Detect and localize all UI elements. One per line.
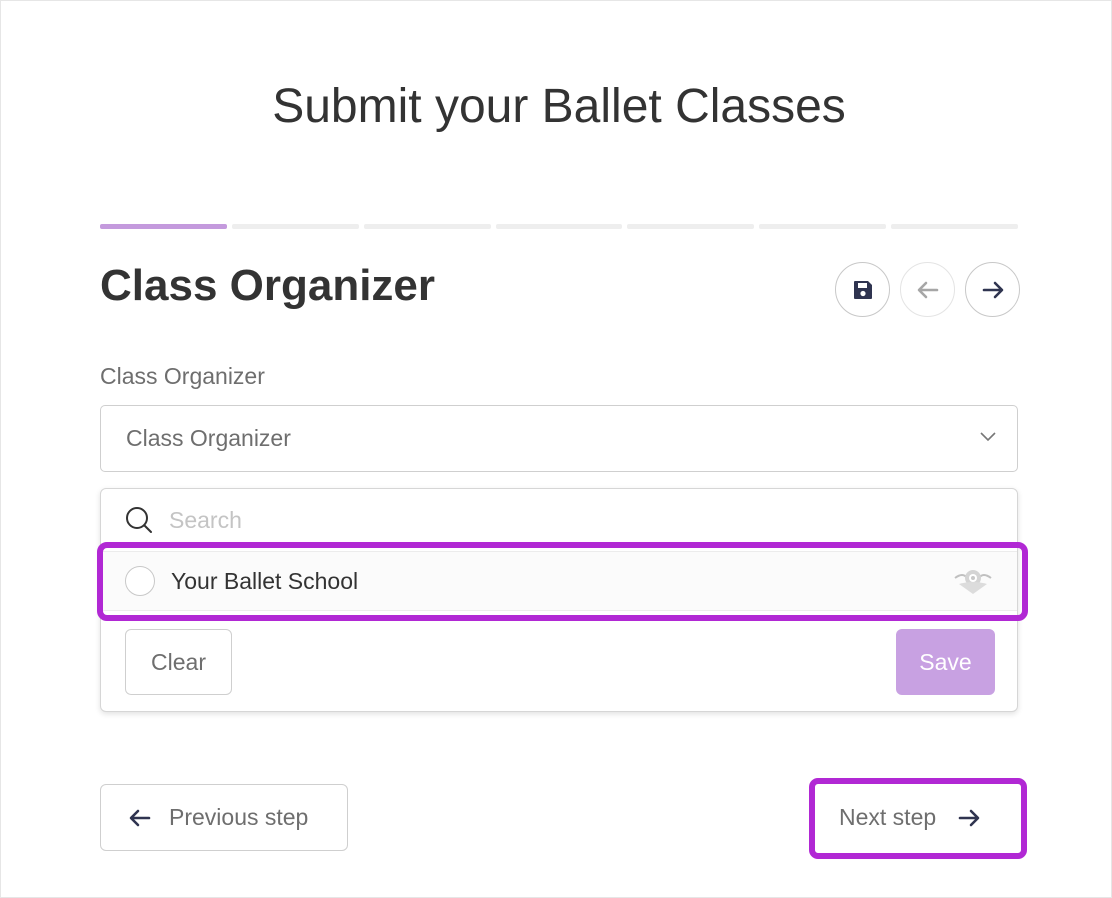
previous-step-button[interactable]: Previous step xyxy=(100,784,348,851)
option-label: Your Ballet School xyxy=(171,567,359,594)
progress-segment-1 xyxy=(100,224,227,229)
save-button[interactable]: Save xyxy=(896,629,995,695)
arrow-left-icon xyxy=(917,281,938,298)
previous-step-label: Previous step xyxy=(169,804,309,830)
progress-segment-7 xyxy=(891,224,1019,229)
chevron-down-icon xyxy=(980,432,996,442)
next-step-icon-button[interactable] xyxy=(965,262,1020,317)
progress-segment-4 xyxy=(495,224,623,229)
search-icon xyxy=(126,507,152,533)
progress-bar xyxy=(100,224,1019,230)
previous-step-icon-button[interactable] xyxy=(900,262,955,317)
class-organizer-label: Class Organizer xyxy=(100,363,265,389)
save-draft-button[interactable] xyxy=(835,262,890,317)
radio-icon[interactable] xyxy=(125,566,155,596)
progress-segment-2 xyxy=(231,224,359,229)
clear-button[interactable]: Clear xyxy=(125,629,232,695)
page-title: Submit your Ballet Classes xyxy=(272,80,846,133)
progress-segment-5 xyxy=(627,224,755,229)
arrow-left-icon xyxy=(129,809,151,826)
step-nav-buttons xyxy=(835,262,1020,317)
progress-segment-3 xyxy=(363,224,491,229)
arrow-right-icon xyxy=(958,809,980,826)
progress-segment-6 xyxy=(759,224,887,229)
class-organizer-select[interactable]: Class Organizer xyxy=(100,405,1018,472)
search-input[interactable] xyxy=(169,506,869,534)
next-step-button[interactable]: Next step xyxy=(815,784,1021,851)
select-value: Class Organizer xyxy=(126,425,291,451)
school-logo-icon xyxy=(954,570,992,594)
page: Submit your Ballet Classes Class Organiz… xyxy=(0,0,1112,898)
option-your-ballet-school[interactable]: Your Ballet School xyxy=(101,551,1017,611)
organizer-dropdown: Your Ballet School Clear Save xyxy=(100,488,1018,712)
next-step-label: Next step xyxy=(839,804,937,830)
arrow-right-icon xyxy=(982,281,1003,298)
step-title: Class Organizer xyxy=(100,261,436,310)
dropdown-search xyxy=(101,489,1017,551)
save-icon xyxy=(853,280,872,299)
